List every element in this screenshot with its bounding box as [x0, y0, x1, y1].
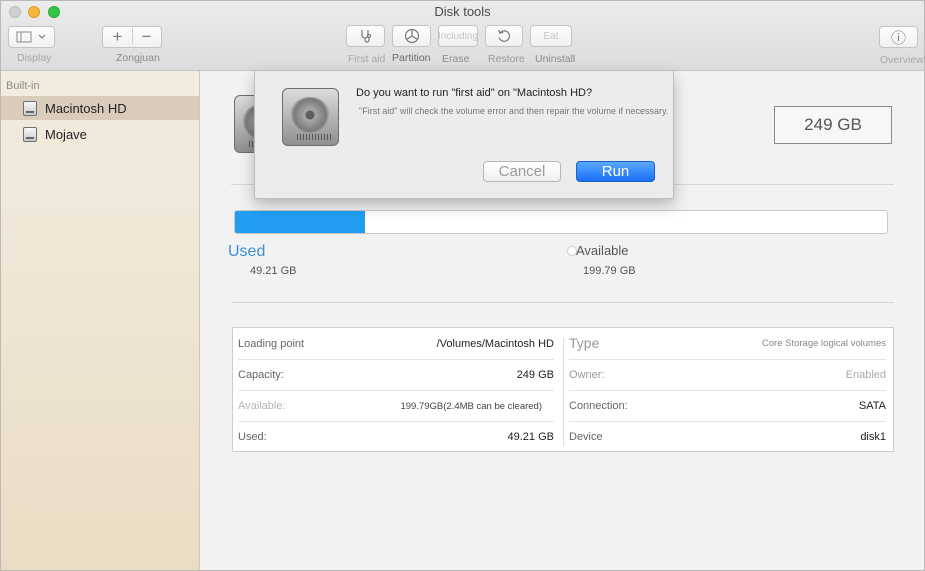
sidebar-item-label: Mojave	[45, 126, 87, 142]
dialog-description: "First aid" will check the volume error …	[359, 106, 669, 116]
info-row-type: Type Core Storage logical volumes	[569, 328, 886, 358]
remove-volume-button[interactable]: −	[132, 27, 161, 47]
info-key: Loading point	[238, 338, 305, 350]
info-value: 249 GB	[516, 369, 554, 381]
divider	[231, 302, 894, 303]
info-row-used: Used: 49.21 GB	[238, 422, 554, 452]
partition-button[interactable]	[392, 25, 431, 47]
display-label: Display	[17, 52, 52, 64]
info-row-owner: Owner: Enabled	[569, 360, 886, 390]
volume-info-table: Loading point /Volumes/Macintosh HD Capa…	[232, 327, 894, 452]
overview-button[interactable]: ⓘ	[879, 26, 918, 48]
toolbar: Disk tools Display + − Zongjuan First ai…	[1, 1, 924, 71]
segment-divider	[132, 28, 133, 44]
info-value: 199.79GB(2.4MB can be cleared)	[400, 400, 542, 412]
info-value: 49.21 GB	[507, 431, 554, 443]
info-key: Available:	[238, 400, 286, 412]
info-row-capacity: Capacity: 249 GB	[238, 360, 554, 390]
restore-button[interactable]	[485, 25, 523, 47]
erase-label: Erase	[442, 53, 470, 65]
uninstall-label: Uninstall	[535, 53, 576, 65]
info-row-device: Device disk1	[569, 422, 886, 452]
add-volume-button[interactable]: +	[103, 27, 132, 47]
dialog-disk-icon	[282, 88, 339, 146]
first-aid-button[interactable]	[346, 25, 385, 47]
info-row-available: Available: 199.79GB(2.4MB can be cleared…	[238, 391, 554, 421]
sidebar-item-mojave[interactable]: Mojave	[1, 122, 199, 146]
restore-label: Restore	[488, 53, 525, 65]
cancel-button[interactable]: Cancel	[483, 161, 561, 182]
overview-label: Overview	[880, 54, 924, 66]
usage-bar	[234, 210, 888, 234]
info-key: Used:	[238, 431, 267, 443]
info-icon: ⓘ	[890, 29, 906, 47]
run-button[interactable]: Run	[576, 161, 655, 182]
info-row-connection: Connection: SATA	[569, 391, 886, 421]
hard-drive-icon	[23, 126, 37, 142]
sidebar: Built-in Macintosh HD Mojave	[1, 71, 200, 570]
available-legend-label: Available	[576, 243, 629, 258]
disk-tools-window: Disk tools Display + − Zongjuan First ai…	[0, 0, 925, 571]
restore-arrow-icon	[497, 29, 510, 42]
column-divider	[563, 338, 564, 446]
erase-button[interactable]: Including	[438, 25, 478, 47]
info-row-loading-point: Loading point /Volumes/Macintosh HD	[238, 329, 554, 359]
info-key: Owner:	[569, 369, 605, 381]
volume-size-badge: 249 GB	[774, 106, 892, 144]
available-value: 199.79 GB	[583, 265, 636, 277]
sidebar-section-header: Built-in	[6, 80, 40, 92]
info-value: disk1	[860, 431, 886, 443]
usage-bar-used-fill	[235, 211, 366, 233]
window-title: Disk tools	[434, 4, 491, 19]
display-button[interactable]	[8, 26, 55, 48]
info-value: /Volumes/Macintosh HD	[436, 338, 554, 350]
sidebar-item-label: Macintosh HD	[45, 100, 127, 116]
info-key: Device	[569, 431, 603, 443]
sidebar-item-macintosh-hd[interactable]: Macintosh HD	[1, 96, 199, 120]
sidebar-toggle-icon	[16, 31, 45, 43]
info-value: Enabled	[845, 369, 886, 381]
info-key: Capacity:	[238, 369, 284, 381]
stethoscope-icon	[360, 30, 371, 43]
group-label: Zongjuan	[116, 52, 160, 64]
first-aid-confirm-dialog: Do you want to run "first aid" on "Macin…	[254, 71, 674, 199]
info-key: Type	[569, 335, 600, 351]
info-value: Core Storage logical volumes	[761, 337, 886, 349]
dialog-question: Do you want to run "first aid" on "Macin…	[356, 87, 593, 99]
pie-partition-icon	[404, 28, 419, 44]
first-aid-label: First aid	[348, 53, 386, 65]
info-key: Connection:	[569, 400, 628, 412]
hard-drive-icon	[23, 100, 37, 116]
used-legend-label: Used	[228, 243, 266, 260]
partition-label: Partition	[392, 52, 431, 64]
used-value: 49.21 GB	[250, 265, 297, 277]
uninstall-button[interactable]: Eat	[530, 25, 572, 47]
info-value: SATA	[858, 400, 886, 412]
